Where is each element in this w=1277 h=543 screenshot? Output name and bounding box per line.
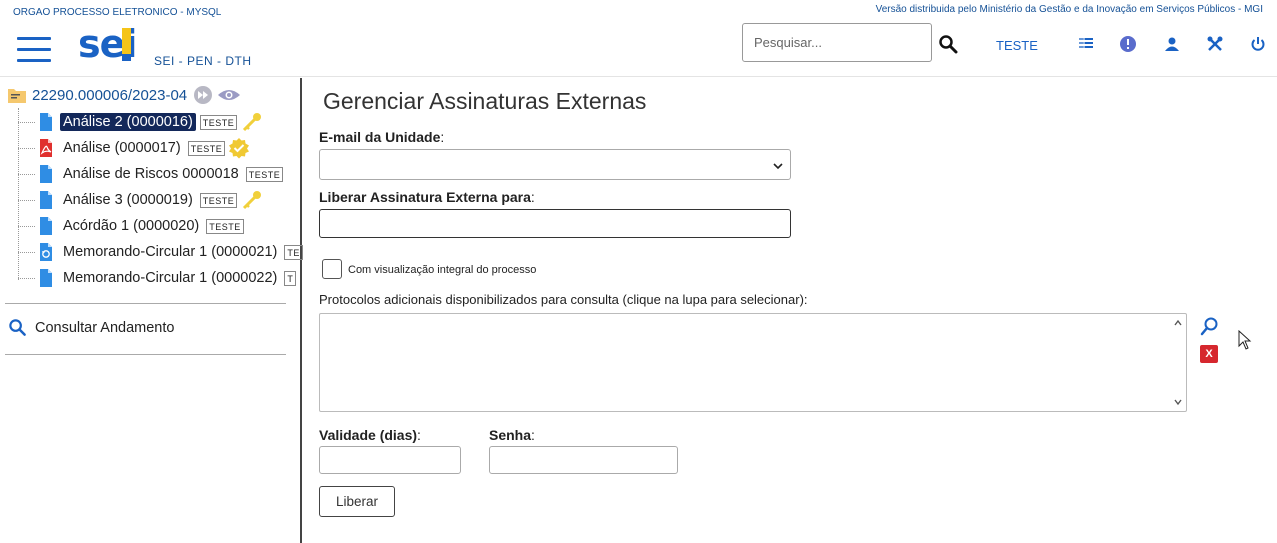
- scroll-down-icon[interactable]: [1173, 397, 1183, 407]
- logo-accent: [122, 28, 131, 54]
- mouse-cursor-icon: [1238, 330, 1252, 350]
- document-label[interactable]: Análise de Riscos 0000018: [60, 165, 242, 183]
- key-icon: [243, 113, 262, 132]
- document-icon: [40, 191, 52, 209]
- email-select[interactable]: [319, 149, 791, 180]
- protocols-list[interactable]: [319, 313, 1187, 412]
- info-icon[interactable]: [1119, 35, 1137, 53]
- senha-input[interactable]: [489, 446, 678, 474]
- unit-badge[interactable]: TESTE: [187, 140, 226, 156]
- liberar-label: Liberar Assinatura Externa para:: [319, 189, 535, 205]
- page-title: Gerenciar Assinaturas Externas: [323, 88, 647, 114]
- unit-badge[interactable]: T: [284, 270, 297, 286]
- logo-dot: [122, 54, 131, 61]
- tree-document-item[interactable]: Acórdão 1 (0000020) TESTE: [18, 215, 244, 237]
- folder-icon: [8, 89, 26, 103]
- senha-label: Senha:: [489, 427, 535, 443]
- validade-label: Validade (dias):: [319, 427, 421, 443]
- power-icon[interactable]: [1249, 35, 1267, 53]
- unit-badge[interactable]: TESTE: [245, 166, 284, 182]
- unit-badge[interactable]: TE: [284, 244, 303, 260]
- org-name: ORGAO PROCESSO ELETRONICO - MYSQL: [13, 7, 222, 18]
- liberar-input[interactable]: [319, 209, 791, 238]
- document-icon: [40, 269, 52, 287]
- version-text: Versão distribuida pelo Ministério da Ge…: [875, 4, 1263, 15]
- process-number[interactable]: 22290.000006/2023-04: [32, 87, 187, 104]
- process-node[interactable]: 22290.000006/2023-04: [7, 84, 241, 106]
- tree-document-item[interactable]: Análise de Riscos 0000018 TESTE: [18, 163, 284, 185]
- unit-badge[interactable]: TESTE: [206, 218, 244, 234]
- circular-document-icon: [40, 243, 52, 261]
- document-label[interactable]: Análise 3 (0000019): [60, 191, 196, 209]
- document-label[interactable]: Memorando-Circular 1 (0000022): [60, 269, 280, 287]
- document-icon: [40, 217, 52, 235]
- consult-label: Consultar Andamento: [35, 319, 175, 336]
- sidebar-divider: [5, 303, 286, 304]
- panel-divider[interactable]: [300, 78, 302, 543]
- top-header: ORGAO PROCESSO ELETRONICO - MYSQL Versão…: [0, 0, 1277, 77]
- document-label[interactable]: Memorando-Circular 1 (0000021): [60, 243, 280, 261]
- document-label[interactable]: Análise (0000017): [60, 139, 184, 157]
- tree-connector: [18, 199, 35, 201]
- search-input[interactable]: [742, 23, 932, 62]
- liberar-button[interactable]: Liberar: [319, 486, 395, 517]
- unit-badge[interactable]: TESTE: [199, 192, 238, 208]
- sidebar-divider: [5, 354, 286, 355]
- scroll-up-icon[interactable]: [1173, 318, 1183, 328]
- menu-hamburger-icon[interactable]: [17, 37, 51, 63]
- tree-connector: [18, 173, 35, 175]
- user-icon[interactable]: [1163, 35, 1181, 53]
- consult-andamento-link[interactable]: Consultar Andamento: [8, 318, 174, 337]
- unit-badge[interactable]: TESTE: [199, 114, 238, 130]
- tree-connector: [18, 147, 35, 149]
- tree-document-item[interactable]: Análise 3 (0000019) TESTE: [18, 189, 263, 211]
- system-subtitle: SEI - PEN - DTH: [154, 54, 252, 68]
- magnifier-select-icon[interactable]: [1200, 316, 1220, 336]
- remove-protocol-button[interactable]: X: [1200, 345, 1218, 363]
- forward-icon[interactable]: [193, 85, 213, 105]
- tree-connector: [18, 277, 35, 279]
- search-icon: [9, 319, 26, 336]
- tree-connector: [18, 225, 35, 227]
- tree-document-item[interactable]: Memorando-Circular 1 (0000022) T: [18, 267, 297, 289]
- chevron-down-icon: [773, 163, 783, 170]
- signed-icon: [229, 138, 250, 159]
- pdf-icon: [40, 139, 52, 157]
- key-icon: [243, 191, 262, 210]
- document-label[interactable]: Análise 2 (0000016): [60, 113, 196, 131]
- tree-document-item[interactable]: Análise (0000017) TESTE: [18, 137, 250, 159]
- integral-view-checkbox[interactable]: [322, 259, 342, 279]
- unit-selector[interactable]: TESTE: [996, 38, 1038, 53]
- document-icon: [40, 165, 52, 183]
- tools-icon[interactable]: [1206, 35, 1224, 53]
- search-icon[interactable]: [938, 34, 958, 54]
- tree-document-item[interactable]: Memorando-Circular 1 (0000021) TE: [18, 241, 303, 263]
- tree-connector: [18, 251, 35, 253]
- tree-connector: [18, 121, 35, 123]
- document-label[interactable]: Acórdão 1 (0000020): [60, 217, 202, 235]
- integral-view-label: Com visualização integral do processo: [348, 264, 537, 276]
- email-label: E-mail da Unidade:: [319, 129, 445, 145]
- document-icon: [40, 113, 52, 131]
- protocols-label: Protocolos adicionais disponibilizados p…: [319, 292, 808, 307]
- validade-input[interactable]: [319, 446, 461, 474]
- tree-document-item[interactable]: Análise 2 (0000016) TESTE: [18, 111, 263, 133]
- eye-icon[interactable]: [217, 87, 241, 103]
- menu-list-icon[interactable]: [1077, 35, 1095, 53]
